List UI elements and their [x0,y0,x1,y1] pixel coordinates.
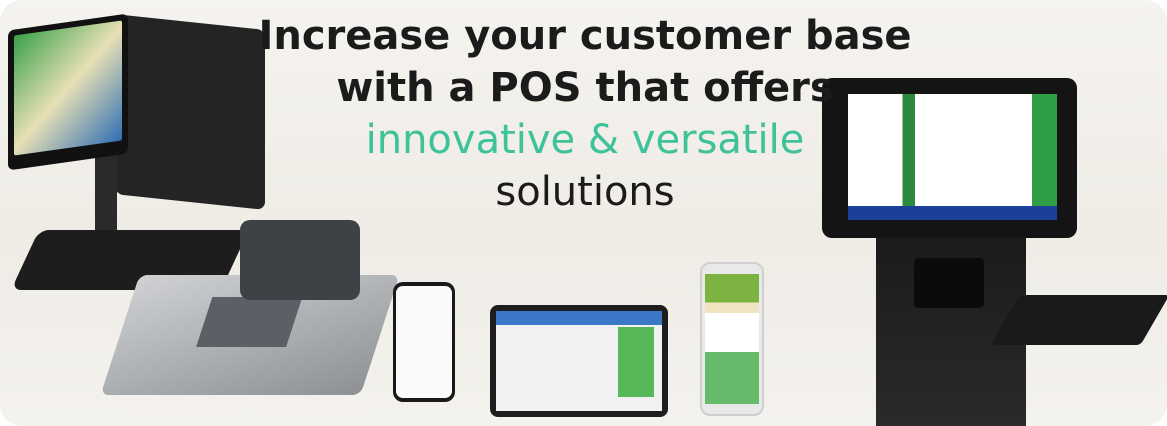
hero-banner: Increase your customer base with a POS t… [0,0,1167,426]
kiosk-side-shelf [990,295,1167,345]
scanner-glass [196,297,303,347]
pos-touchscreen-monitor [8,13,128,171]
headline-line-2: with a POS that offers [336,65,834,111]
headline: Increase your customer base with a POS t… [200,10,970,218]
handheld-ordering-phone [700,262,764,416]
scanner-tower [240,220,360,300]
headline-line-4: solutions [495,169,675,215]
pos-screen [14,20,122,156]
headline-accent-line: innovative & versatile [365,117,805,163]
handheld-screen [705,274,759,404]
receipt-printer-slot [914,258,984,308]
mobile-ordering-phone [393,282,455,402]
tablet-keypad [618,327,654,397]
headline-line-1: Increase your customer base [258,13,912,59]
mobile-app-screen [396,286,452,398]
pos-tablet [490,305,668,417]
